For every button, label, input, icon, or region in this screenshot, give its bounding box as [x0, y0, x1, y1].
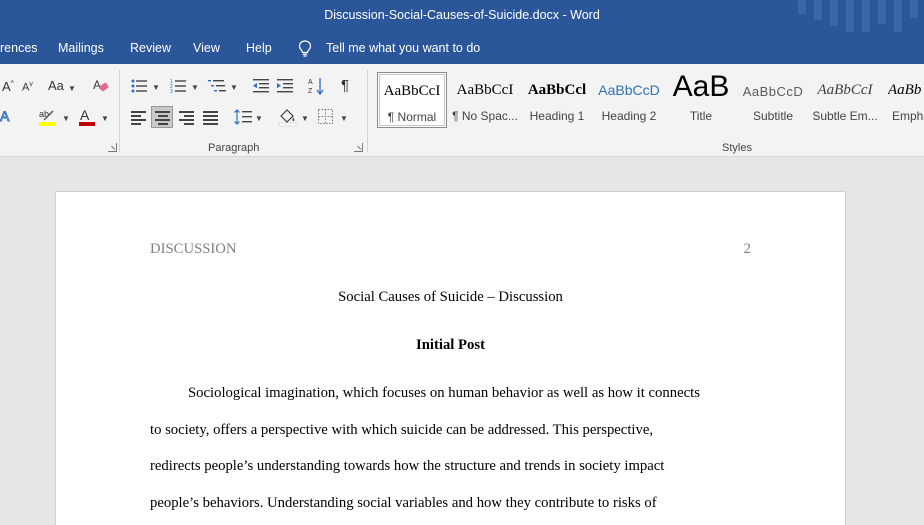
style-name: Subtitle: [752, 109, 794, 123]
change-case-chevron-down-icon[interactable]: ▼: [68, 84, 76, 93]
body-text-line: people’s behaviors. Understanding social…: [150, 495, 657, 511]
svg-text:ab: ab: [39, 109, 49, 119]
sort-icon[interactable]: AZ: [308, 77, 326, 95]
body-text-line: redirects people’s understanding towards…: [150, 458, 665, 474]
highlight-chevron-down-icon[interactable]: ▼: [62, 114, 70, 123]
window-title: Discussion-Social-Causes-of-Suicide.docx…: [324, 8, 600, 22]
style-subtle-emphasis[interactable]: AaBbCcI Subtle Em...: [810, 72, 880, 128]
align-left-icon[interactable]: [131, 111, 146, 125]
highlight-color-icon[interactable]: ab: [38, 107, 58, 127]
tell-me-search[interactable]: Tell me what you want to do: [326, 41, 480, 55]
grow-font-label: A: [2, 79, 11, 94]
font-color-chevron-down-icon[interactable]: ▼: [101, 114, 109, 123]
shading-chevron-down-icon[interactable]: ▼: [301, 114, 309, 123]
body-text-line: to society, offers a perspective with wh…: [150, 422, 654, 438]
svg-text:A: A: [80, 107, 90, 123]
style-name: ¶ No Spac...: [452, 109, 518, 123]
align-center-button[interactable]: [151, 106, 173, 128]
line-spacing-icon[interactable]: [234, 109, 252, 125]
style-subtitle[interactable]: AaBbCcD Subtitle: [738, 72, 808, 128]
font-color-icon[interactable]: A: [78, 107, 96, 127]
shrink-font-button[interactable]: Av: [22, 81, 33, 94]
style-heading-2[interactable]: AaBbCcD Heading 2: [594, 72, 664, 128]
svg-text:A: A: [308, 79, 313, 86]
justify-icon[interactable]: [203, 111, 218, 125]
group-separator: [367, 70, 368, 152]
paragraph-group-label: Paragraph: [208, 142, 260, 154]
borders-chevron-down-icon[interactable]: ▼: [340, 114, 348, 123]
svg-text:A: A: [93, 78, 101, 92]
style-name: Heading 2: [601, 109, 657, 123]
style-preview: AaBbCcI: [817, 82, 873, 98]
running-header: DISCUSSION: [150, 241, 237, 257]
multilevel-chevron-down-icon[interactable]: ▼: [230, 83, 238, 92]
style-preview: AaB: [672, 70, 730, 103]
shading-icon[interactable]: [278, 107, 298, 127]
style-name: ¶ Normal: [387, 110, 437, 124]
align-right-icon[interactable]: [179, 111, 194, 125]
style-preview: AaBbCcl: [527, 82, 587, 98]
tab-review[interactable]: Review: [130, 41, 171, 55]
grow-font-button[interactable]: A^: [2, 79, 14, 94]
tab-view[interactable]: View: [193, 41, 220, 55]
style-heading-1[interactable]: AaBbCcl Heading 1: [522, 72, 592, 128]
show-formatting-marks-icon[interactable]: ¶: [341, 77, 349, 94]
style-emphasis[interactable]: AaBb Emph: [882, 72, 924, 128]
paragraph-dialog-launcher-icon[interactable]: [354, 143, 363, 152]
change-case-button[interactable]: Aa: [48, 78, 64, 93]
section-heading: Initial Post: [416, 337, 485, 353]
borders-icon[interactable]: [318, 109, 333, 124]
svg-text:Z: Z: [308, 88, 313, 95]
styles-group-label: Styles: [722, 142, 752, 154]
style-no-spacing[interactable]: AaBbCcI ¶ No Spac...: [450, 72, 520, 128]
svg-text:3: 3: [170, 89, 173, 93]
clear-formatting-icon[interactable]: A: [92, 77, 110, 93]
style-name: Emph: [892, 109, 924, 123]
bullets-icon[interactable]: [131, 79, 147, 93]
tab-help[interactable]: Help: [246, 41, 272, 55]
svg-text:A: A: [0, 108, 10, 124]
style-preview: AaBbCcI: [456, 82, 514, 98]
change-case-label: Aa: [48, 78, 64, 93]
decrease-indent-icon[interactable]: [253, 79, 269, 93]
style-preview: AaBbCcD: [742, 84, 804, 99]
style-preview: AaBbCcD: [598, 82, 660, 98]
text-effects-icon[interactable]: A: [0, 108, 16, 124]
lightbulb-icon[interactable]: [298, 40, 312, 57]
document-page[interactable]: DISCUSSION 2 Social Causes of Suicide – …: [55, 191, 846, 525]
group-separator: [119, 70, 120, 152]
ribbon-tabs: rences Mailings Review View Help Tell me…: [0, 32, 924, 64]
increase-indent-icon[interactable]: [277, 79, 293, 93]
style-name: Title: [689, 109, 713, 123]
numbering-chevron-down-icon[interactable]: ▼: [191, 83, 199, 92]
title-bar: Discussion-Social-Causes-of-Suicide.docx…: [0, 0, 924, 32]
style-normal[interactable]: AaBbCcI ¶ Normal: [377, 72, 447, 128]
style-preview: AaBbCcI: [383, 83, 441, 99]
tab-references[interactable]: rences: [0, 41, 38, 55]
numbering-icon[interactable]: 1 2 3: [170, 79, 186, 93]
bullets-chevron-down-icon[interactable]: ▼: [152, 83, 160, 92]
tab-mailings[interactable]: Mailings: [58, 41, 104, 55]
align-center-icon: [155, 111, 170, 125]
style-preview: AaBb: [888, 82, 922, 98]
style-name: Heading 1: [529, 109, 585, 123]
document-title: Social Causes of Suicide – Discussion: [338, 289, 563, 305]
page-number: 2: [743, 241, 751, 257]
line-spacing-chevron-down-icon[interactable]: ▼: [255, 114, 263, 123]
ribbon: A^ Av Aa ▼ A A ab ▼ A ▼ ▼ 1 2 3 ▼ ▼ A Z …: [0, 64, 924, 157]
font-dialog-launcher-icon[interactable]: [108, 143, 117, 152]
style-title[interactable]: AaB Title: [666, 70, 736, 128]
body-text-line: Sociological imagination, which focuses …: [188, 385, 700, 401]
multilevel-list-icon[interactable]: [208, 79, 226, 93]
title-bar-pattern: [794, 0, 924, 32]
style-name: Subtle Em...: [812, 109, 878, 123]
